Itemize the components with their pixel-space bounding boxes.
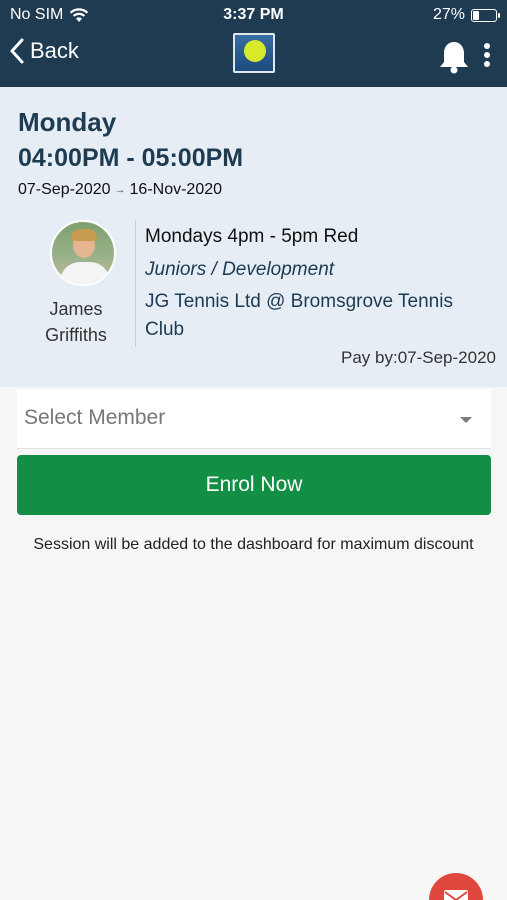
select-member-dropdown[interactable]: Select Member xyxy=(17,389,491,449)
pay-by-date: Pay by:07-Sep-2020 xyxy=(341,348,496,367)
top-bar: No SIM 3:37 PM 27% Back xyxy=(0,0,507,87)
notifications-button[interactable] xyxy=(438,40,470,79)
coach-name: James Griffiths xyxy=(30,296,122,348)
arrow-right-icon: → xyxy=(114,184,126,196)
select-member-placeholder: Select Member xyxy=(24,406,166,429)
clock: 3:37 PM xyxy=(223,6,284,23)
coach-avatar xyxy=(50,220,116,286)
back-label: Back xyxy=(30,38,79,63)
caret-down-icon xyxy=(460,417,472,423)
discount-note: Session will be added to the dashboard f… xyxy=(33,536,474,553)
session-time: 04:00PM - 05:00PM xyxy=(18,144,244,172)
class-name: Mondays 4pm - 5pm Red xyxy=(145,226,359,247)
session-date-range: 07-Sep-2020 → 16-Nov-2020 xyxy=(18,181,222,199)
app-logo xyxy=(233,33,275,73)
coach-first-name: James xyxy=(49,299,103,319)
bell-icon xyxy=(440,42,468,74)
more-vertical-icon xyxy=(484,43,490,49)
battery-icon xyxy=(471,8,500,22)
envelope-icon xyxy=(444,890,468,900)
start-date: 07-Sep-2020 xyxy=(18,181,111,198)
battery-indicator: 27% xyxy=(432,6,500,24)
venue: JG Tennis Ltd @ Bromsgrove Tennis Club xyxy=(145,291,453,340)
divider xyxy=(135,220,136,347)
end-date: 16-Nov-2020 xyxy=(129,181,223,198)
class-category: Juniors / Development xyxy=(145,259,335,280)
back-button[interactable]: Back xyxy=(10,38,79,64)
coach-last-name: Griffiths xyxy=(45,325,107,345)
more-options-button[interactable] xyxy=(482,43,492,69)
status-bar: No SIM 3:37 PM 27% xyxy=(0,0,507,30)
message-button[interactable] xyxy=(429,873,483,900)
battery-percent: 27% xyxy=(432,6,465,23)
session-day: Monday xyxy=(18,107,117,137)
chevron-left-icon xyxy=(10,38,24,64)
enrol-now-button[interactable]: Enrol Now xyxy=(17,455,491,515)
